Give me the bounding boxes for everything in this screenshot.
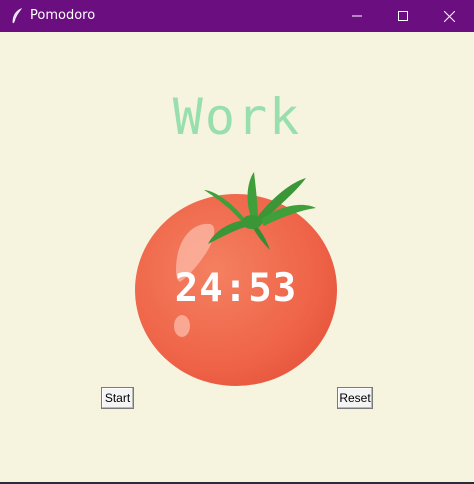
start-button[interactable]: Start (101, 387, 134, 409)
reset-button[interactable]: Reset (337, 387, 373, 409)
close-button[interactable] (426, 0, 472, 32)
minimize-button[interactable] (334, 0, 380, 32)
maximize-icon (398, 11, 408, 21)
mode-label: Work (172, 88, 302, 146)
maximize-button[interactable] (380, 0, 426, 32)
window-title: Pomodoro (30, 8, 96, 23)
title-bar[interactable]: Pomodoro (0, 0, 474, 32)
feather-icon (10, 8, 24, 24)
close-icon (443, 10, 455, 22)
minimize-icon (352, 15, 362, 17)
timer-display: 24:53 (174, 266, 298, 311)
